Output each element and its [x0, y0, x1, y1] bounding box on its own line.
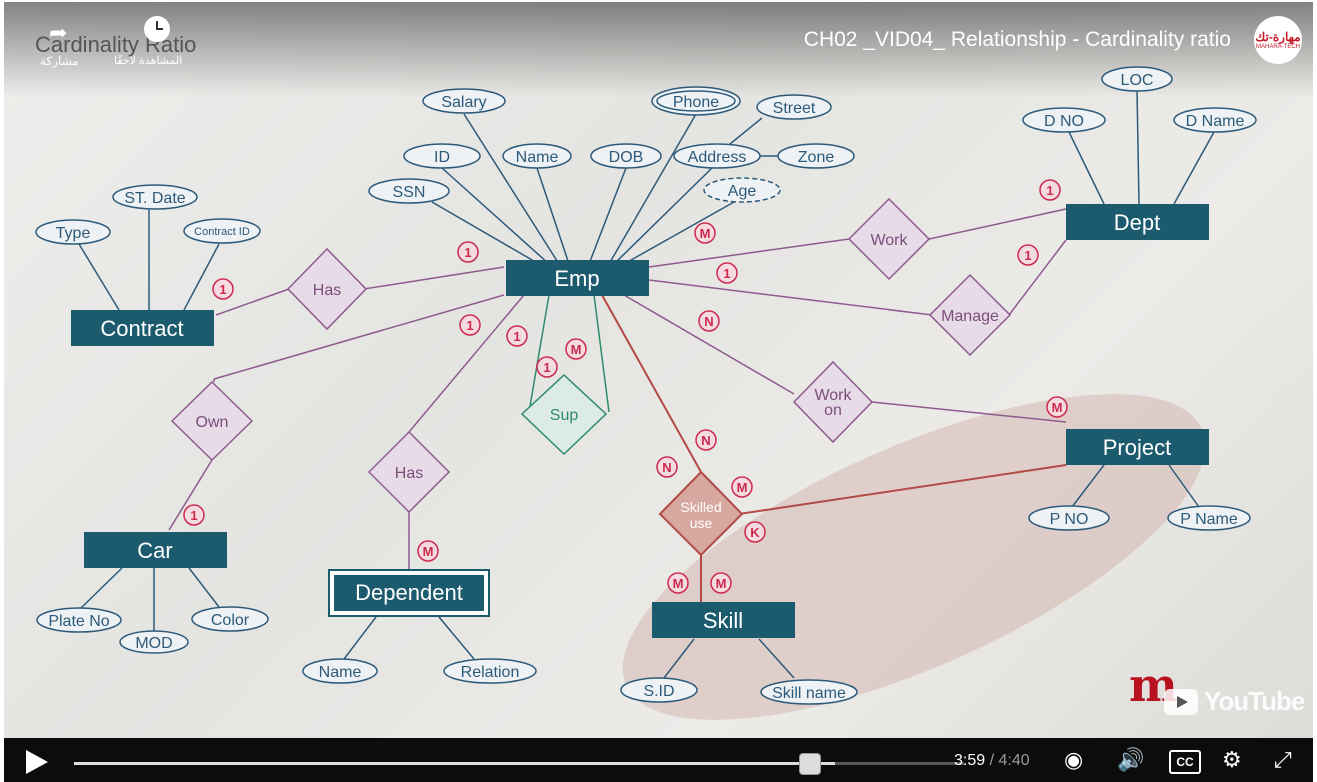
attr-d-no-label: D NO	[1044, 113, 1084, 130]
channel-logo-arabic: مهارة-تك	[1255, 30, 1301, 44]
settings-gear-icon[interactable]: ⚙	[1222, 748, 1242, 772]
rel-sup-label: Sup	[550, 407, 579, 424]
video-title[interactable]: CH02 _VID04_ Relationship - Cardinality …	[804, 28, 1231, 52]
rel-skilled-use-label-1: Skilled	[680, 499, 721, 515]
attr-type-label: Type	[56, 225, 91, 242]
attr-street-label: Street	[773, 100, 816, 117]
time-separator: /	[985, 752, 999, 769]
card-sup-1: 1	[543, 360, 550, 375]
card-skill-m2: M	[716, 576, 727, 591]
card-car-own: 1	[190, 508, 197, 523]
attr-p-name-label: P Name	[1180, 511, 1238, 528]
card-emp-skilled: N	[701, 433, 710, 448]
card-emp-workon: N	[704, 314, 713, 329]
card-contract-has: 1	[219, 282, 226, 297]
attr-phone-label: Phone	[673, 94, 719, 111]
channel-logo[interactable]: مهارة-تك MAHARA-TECH	[1254, 16, 1302, 64]
attr-name-label: Name	[516, 149, 559, 166]
card-emp-manage: 1	[723, 266, 730, 281]
rel-manage-label: Manage	[941, 308, 999, 325]
cc-icon[interactable]: CC	[1169, 750, 1201, 774]
attr-p-no-label: P NO	[1050, 511, 1089, 528]
share-label[interactable]: مشاركة	[40, 54, 79, 68]
youtube-badge[interactable]: YouTube	[1164, 686, 1305, 717]
attr-contract-id-label: Contract ID	[194, 226, 250, 238]
entity-project-label: Project	[1103, 435, 1171, 460]
entity-skill-label: Skill	[703, 608, 743, 633]
entity-emp-label: Emp	[554, 266, 599, 291]
attr-s-id-label: S.ID	[643, 683, 674, 700]
attr-zone-label: Zone	[798, 149, 835, 166]
card-dept-work: 1	[1046, 183, 1053, 198]
card-emp-work: M	[700, 226, 711, 241]
attr-dob-label: DOB	[609, 149, 644, 166]
card-sup-m: M	[571, 342, 582, 357]
attr-plate-no-label: Plate No	[48, 613, 109, 630]
progress-bar[interactable]	[74, 762, 964, 765]
rel-work-label: Work	[870, 232, 908, 249]
duration: 4:40	[998, 752, 1030, 769]
rel-skilled-use-label-2: use	[690, 515, 713, 531]
attr-relation-label: Relation	[461, 664, 520, 681]
rel-has-contract-label: Has	[313, 282, 341, 299]
time-display: 3:59 / 4:40	[954, 752, 1030, 770]
attr-dependent-name-label: Name	[319, 664, 362, 681]
progress-thumb[interactable]	[799, 753, 821, 775]
video-player[interactable]: Emp Dept Contract Car Project Skill Depe…	[4, 2, 1313, 782]
attr-st-date-label: ST. Date	[124, 190, 185, 207]
youtube-label: YouTube	[1204, 686, 1305, 716]
share-icon[interactable]: ➦	[49, 20, 67, 46]
fullscreen-icon[interactable]: ⤢	[1274, 748, 1292, 772]
volume-icon[interactable]: 🔊	[1117, 748, 1144, 772]
attr-color-label: Color	[211, 612, 250, 629]
attr-id-label: ID	[434, 149, 450, 166]
entity-dept-label: Dept	[1114, 210, 1160, 235]
quality-icon[interactable]: ◉	[1064, 748, 1083, 772]
card-dep-has: M	[423, 544, 434, 559]
play-icon[interactable]	[26, 750, 48, 774]
card-emp-has-dep: 1	[513, 329, 520, 344]
youtube-play-icon	[1164, 688, 1198, 715]
rel-has-dependent-label: Has	[395, 465, 423, 482]
watch-later-icon[interactable]	[144, 16, 170, 42]
player-controls: 3:59 / 4:40 ◉ 🔊 CC ⚙ ⤢	[4, 738, 1313, 782]
current-time: 3:59	[954, 752, 986, 769]
entity-car-label: Car	[137, 538, 172, 563]
entity-dependent-label: Dependent	[355, 580, 463, 605]
attr-age-label: Age	[728, 183, 757, 200]
progress-fill	[74, 762, 835, 765]
card-skilled-n: N	[662, 460, 671, 475]
attr-salary-label: Salary	[441, 94, 486, 111]
attr-ssn-label: SSN	[393, 184, 426, 201]
rel-work-on-label-2: on	[824, 402, 842, 419]
er-diagram: Emp Dept Contract Car Project Skill Depe…	[35, 66, 1257, 720]
card-project-workon: M	[1052, 400, 1063, 415]
card-emp-has: 1	[464, 245, 471, 260]
card-skill-m1: M	[673, 576, 684, 591]
entity-contract-label: Contract	[100, 316, 183, 341]
attr-skill-name-label: Skill name	[772, 685, 846, 702]
card-skilled-m: M	[737, 480, 748, 495]
attr-loc-label: LOC	[1121, 72, 1154, 89]
rel-own-label: Own	[196, 414, 229, 431]
card-skilled-k: K	[750, 525, 760, 540]
attr-mod-label: MOD	[135, 635, 172, 652]
attr-d-name-label: D Name	[1186, 113, 1245, 130]
video-frame[interactable]: Emp Dept Contract Car Project Skill Depe…	[4, 2, 1313, 738]
card-dept-manage: 1	[1024, 248, 1031, 263]
channel-logo-sub: MAHARA-TECH	[1255, 44, 1300, 50]
attr-address-label: Address	[688, 149, 747, 166]
card-emp-own: 1	[466, 318, 473, 333]
watch-later-label[interactable]: المشاهدة لاحقًا	[114, 54, 182, 67]
